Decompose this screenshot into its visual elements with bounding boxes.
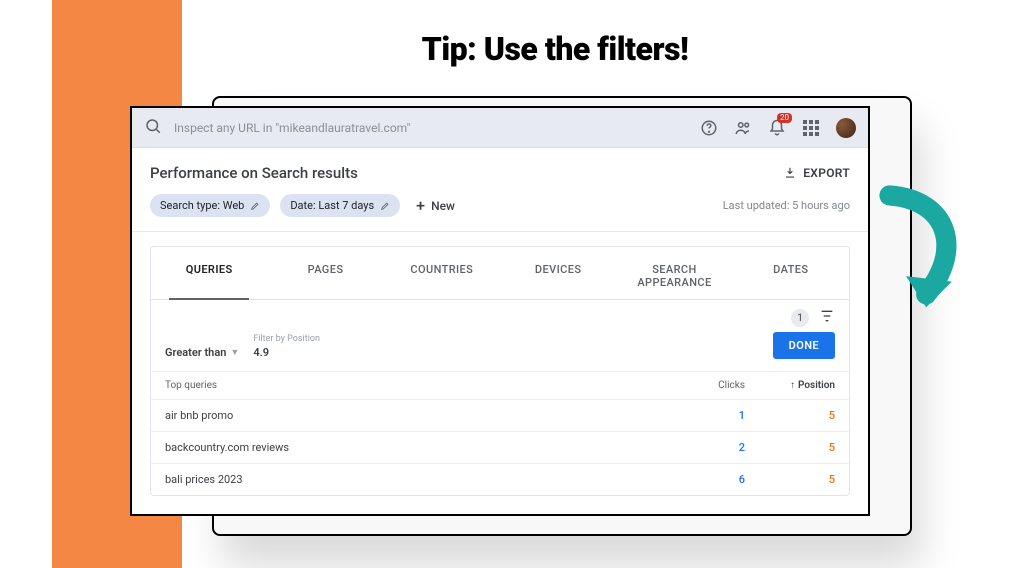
- position-filter-row: Greater than ▼ Filter by Position 4.9 DO…: [151, 332, 849, 371]
- users-icon[interactable]: [734, 119, 752, 137]
- search-console-screenshot: Inspect any URL in "mikeandlauratravel.c…: [130, 106, 870, 516]
- pencil-icon: [250, 201, 260, 211]
- chip-date[interactable]: Date: Last 7 days: [280, 194, 400, 217]
- tab-devices[interactable]: DEVICES: [500, 251, 616, 299]
- last-updated-text: Last updated: 5 hours ago: [723, 199, 850, 212]
- apps-icon[interactable]: [802, 119, 820, 137]
- table-row[interactable]: backcountry.com reviews 2 5: [151, 431, 849, 463]
- notifications-icon[interactable]: 20: [768, 119, 786, 137]
- query-cell: air bnb promo: [165, 409, 675, 422]
- plus-icon: +: [416, 198, 425, 214]
- active-filters-count: 1: [791, 309, 809, 327]
- download-icon: [783, 166, 797, 180]
- table-header: Top queries Clicks ↑ Position: [151, 371, 849, 399]
- query-cell: backcountry.com reviews: [165, 441, 675, 454]
- pencil-icon: [380, 201, 390, 211]
- search-icon: [144, 117, 162, 139]
- tab-countries[interactable]: COUNTRIES: [384, 251, 500, 299]
- sort-up-icon: ↑: [790, 380, 795, 391]
- export-label: EXPORT: [803, 166, 850, 180]
- filter-operator-select[interactable]: Greater than ▼: [165, 346, 239, 359]
- tab-search-appearance[interactable]: SEARCH APPEARANCE: [616, 251, 732, 299]
- dimension-tabs-card: QUERIES PAGES COUNTRIES DEVICES SEARCH A…: [150, 246, 850, 496]
- chip-search-type[interactable]: Search type: Web: [150, 194, 270, 217]
- add-filter-button[interactable]: + New: [410, 198, 455, 214]
- clicks-cell: 2: [675, 441, 745, 454]
- table-row[interactable]: bali prices 2023 6 5: [151, 463, 849, 495]
- clicks-cell: 1: [675, 409, 745, 422]
- avatar[interactable]: [836, 118, 856, 138]
- url-inspect-placeholder: Inspect any URL in "mikeandlauratravel.c…: [174, 121, 688, 135]
- position-cell: 5: [745, 473, 835, 486]
- tab-pages[interactable]: PAGES: [267, 251, 383, 299]
- done-button[interactable]: DONE: [773, 332, 835, 359]
- column-header-clicks[interactable]: Clicks: [675, 380, 745, 391]
- column-header-position[interactable]: ↑ Position: [745, 380, 835, 391]
- position-cell: 5: [745, 441, 835, 454]
- filter-value-input[interactable]: 4.9: [253, 346, 320, 359]
- help-icon[interactable]: [700, 119, 718, 137]
- export-button[interactable]: EXPORT: [783, 166, 850, 180]
- query-cell: bali prices 2023: [165, 473, 675, 486]
- filter-icon[interactable]: [819, 308, 835, 328]
- page-title: Performance on Search results: [150, 164, 358, 182]
- filter-chips-row: Search type: Web Date: Last 7 days + New…: [132, 192, 868, 232]
- notifications-badge: 20: [777, 113, 792, 123]
- chevron-down-icon: ▼: [230, 347, 239, 358]
- filter-field-label: Filter by Position: [253, 334, 320, 344]
- top-icon-row: 20: [700, 118, 856, 138]
- position-cell: 5: [745, 409, 835, 422]
- dimension-tabs: QUERIES PAGES COUNTRIES DEVICES SEARCH A…: [151, 247, 849, 300]
- url-inspect-bar[interactable]: Inspect any URL in "mikeandlauratravel.c…: [132, 108, 868, 148]
- column-header-query: Top queries: [165, 380, 675, 391]
- clicks-cell: 6: [675, 473, 745, 486]
- tab-dates[interactable]: DATES: [733, 251, 849, 299]
- table-row[interactable]: air bnb promo 1 5: [151, 399, 849, 431]
- tab-queries[interactable]: QUERIES: [151, 251, 267, 299]
- tip-heading: Tip: Use the filters!: [280, 30, 830, 68]
